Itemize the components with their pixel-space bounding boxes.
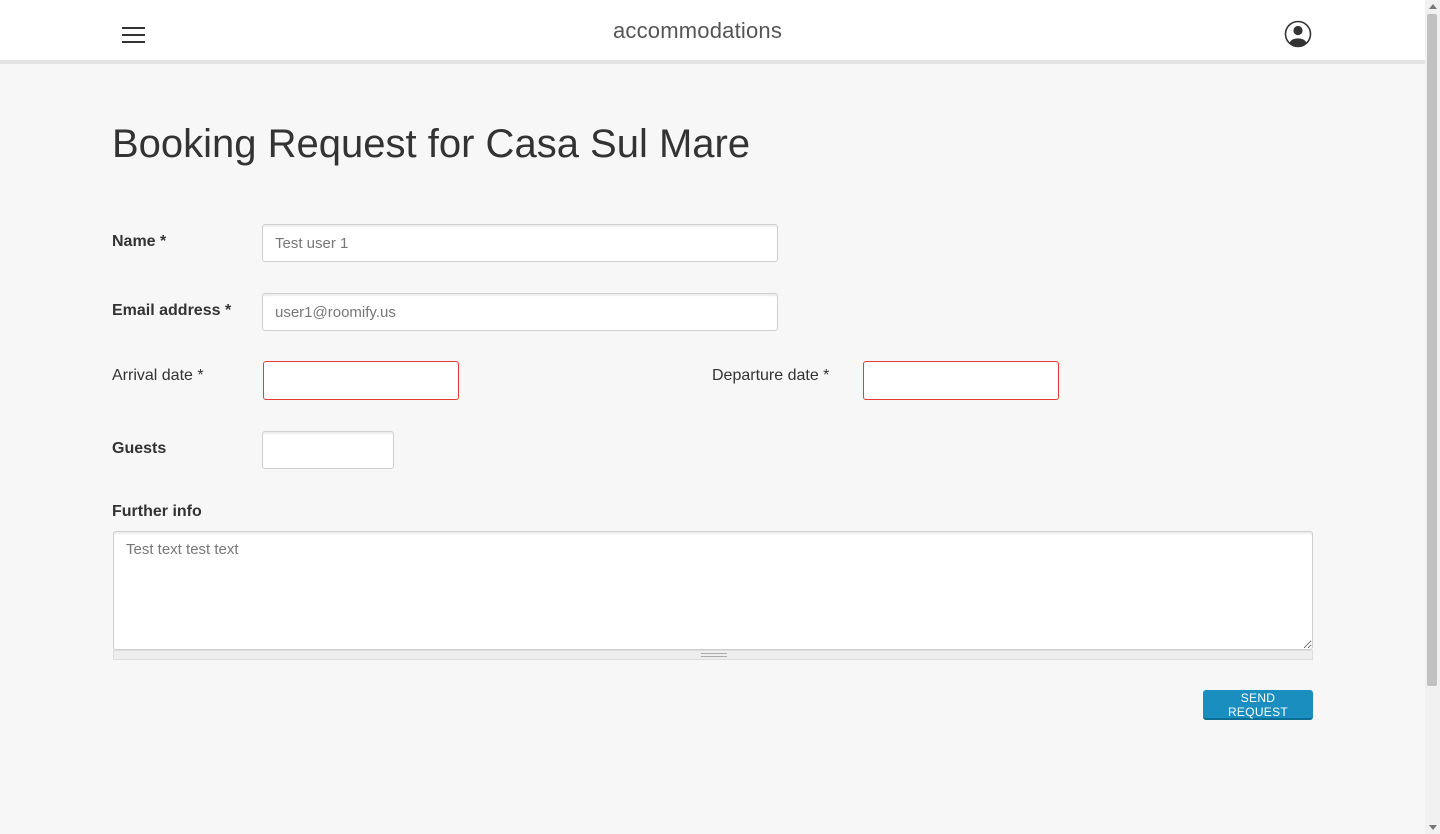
scrollbar-thumb[interactable]: [1427, 14, 1437, 686]
site-header: accommodations: [0, 0, 1425, 64]
further-info-label: Further info: [112, 503, 202, 520]
further-info-textarea[interactable]: Test text test text: [113, 531, 1313, 650]
arrival-date-input[interactable]: [263, 361, 459, 400]
page-title: Booking Request for Casa Sul Mare: [112, 122, 751, 166]
email-input[interactable]: [262, 293, 778, 331]
name-input[interactable]: [262, 224, 778, 262]
page-scrollbar[interactable]: [1425, 0, 1440, 834]
scroll-down-arrow-icon[interactable]: [1429, 825, 1437, 830]
send-request-button[interactable]: SEND REQUEST: [1203, 690, 1313, 720]
textarea-resize-handle[interactable]: [113, 650, 1313, 660]
arrival-date-label: Arrival date *: [112, 367, 204, 384]
email-label: Email address *: [112, 302, 232, 319]
user-account-icon[interactable]: [1284, 20, 1312, 48]
name-label: Name *: [112, 233, 167, 250]
scroll-up-arrow-icon[interactable]: [1429, 4, 1437, 9]
departure-date-label: Departure date *: [712, 367, 830, 384]
site-title[interactable]: accommodations: [0, 18, 1395, 44]
grip-lines-icon: [701, 653, 727, 657]
guests-label: Guests: [112, 440, 167, 457]
guests-input[interactable]: [262, 431, 394, 469]
departure-date-input[interactable]: [863, 361, 1059, 400]
